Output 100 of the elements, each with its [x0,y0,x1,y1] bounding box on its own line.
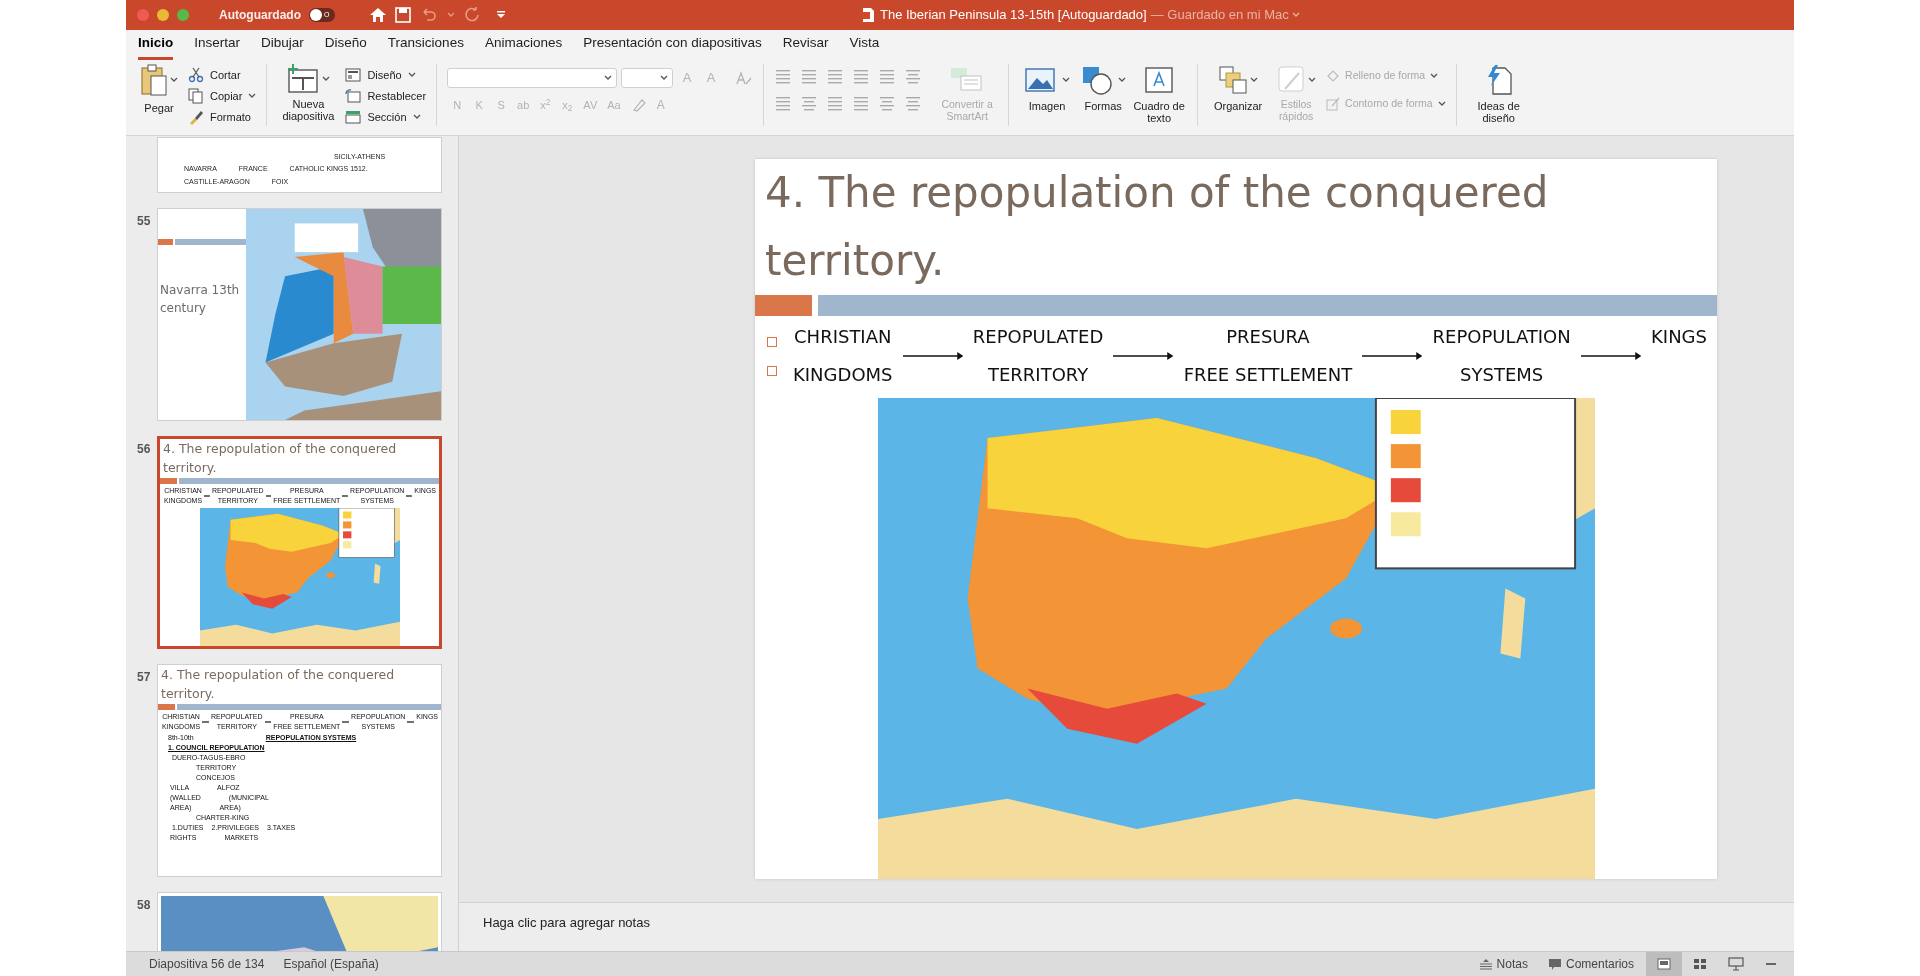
increase-indent-icon [852,68,871,86]
section-icon [345,110,362,124]
flow-label: REPOPULATED [972,325,1104,349]
slide-count: Diapositiva 56 de 134 [149,956,265,973]
caret-icon [1250,77,1259,83]
caret-icon [1061,77,1070,83]
align-text-icon [904,95,923,113]
slide-thumbnail[interactable]: Navarra 13th century [157,208,442,421]
copy-button[interactable]: Copiar [188,87,257,105]
cut-button[interactable]: Cortar [188,66,257,84]
new-slide-icon [286,64,321,94]
save-icon [395,7,411,23]
numbering-icon [800,68,819,86]
layout-button[interactable]: Diseño [345,66,427,84]
clear-format-icon [735,70,754,86]
ribbon-tab[interactable]: Dibujar [261,32,304,60]
ribbon-tab[interactable]: Revisar [782,32,829,60]
caret-icon [660,75,669,81]
window-title: The Iberian Peninsula 13-15th [Autoguardado] [880,6,1147,25]
close-button[interactable] [137,9,149,21]
ribbon-tab[interactable]: Transiciones [387,32,464,60]
format-button[interactable]: Formato [188,108,257,126]
bullet-icon [767,336,777,347]
slide-title: 4. The repopulation of the conquered territory. [764,167,1550,287]
comments-button[interactable]: Comentarios [1547,955,1634,973]
notes-button[interactable]: Notas [1478,955,1528,973]
slide-number: 57 [137,670,151,684]
slide-sorter-icon [1693,958,1707,970]
notes-field[interactable]: Haga clic para agregar notas [459,902,1794,951]
justify-icon [852,95,871,113]
comment-icon [1547,957,1562,971]
slide-number: 58 [137,898,151,912]
language-label[interactable]: Español (España) [283,955,379,973]
section-button[interactable]: Sección [345,108,427,126]
new-slide-button[interactable]: Nueva diapositiva [277,64,340,122]
ribbon-tab[interactable]: Diseño [324,32,367,60]
align-left-icon [774,95,793,113]
arrow-icon [204,494,210,498]
scissors-icon [188,67,204,83]
redo-icon [463,6,481,24]
arrow-icon [202,720,209,724]
caret-icon [1437,101,1446,107]
more-icon [495,10,507,20]
font-size-field[interactable] [621,68,674,88]
arrow-icon [1113,351,1174,361]
layout-icon [345,68,362,82]
flow-label: REPOPULATION [1432,325,1571,349]
arrange-icon [1218,65,1249,95]
caret-icon [322,76,331,82]
ribbon-tab[interactable]: Animaciones [484,32,563,60]
arrow-icon [407,720,415,724]
flow-label: TERRITORY [987,363,1089,387]
accent-bar [160,478,177,484]
slide-number: 56 [137,442,151,456]
ribbon-tab[interactable]: Presentación con diapositivas [583,32,762,60]
text-direction-icon [878,95,897,113]
align-center-icon [800,95,819,113]
caret-icon [1430,73,1439,79]
flow-label: KINGDOMS [793,363,893,387]
slide-title: 4. The repopulation of the conquered territory. [162,440,398,477]
shapes-button[interactable]: Formas [1077,64,1130,112]
highlighter-icon [630,98,647,112]
home-icon [369,7,387,23]
reset-slide-icon [345,89,362,103]
accent-bar [158,239,173,245]
ribbon-tab[interactable]: Insertar [194,32,241,60]
pencil-icon [1326,97,1341,111]
picture-button[interactable]: Imagen [1021,64,1074,112]
font-name-field[interactable] [447,68,618,88]
arrow-icon [902,351,963,361]
caret-icon [1117,77,1126,83]
caret-icon [407,72,416,78]
caret-icon [248,93,257,99]
caret-icon [412,114,421,120]
zoom-out-icon [1766,962,1776,966]
caret-icon [604,75,613,81]
accent-bar [175,239,246,245]
accent-bar [755,295,812,316]
ribbon-tab[interactable]: Vista [849,32,880,60]
bullets-icon [774,68,793,86]
reset-button[interactable]: Restablecer [345,87,427,105]
minimize-button[interactable] [157,9,169,21]
paint-bucket-icon [1326,69,1341,83]
flow-label: SYSTEMS [1460,363,1544,387]
slide-number: 55 [137,214,151,228]
arrow-icon [1362,351,1423,361]
design-ideas-button[interactable]: Ideas de diseño [1466,64,1531,124]
paste-button[interactable]: Pegar [136,64,182,117]
arrange-button[interactable]: Organizar [1208,64,1269,112]
view-button[interactable] [1646,952,1682,976]
zoom-button[interactable] [177,9,189,21]
caret-icon [447,12,455,18]
flow-label: KINGS [1651,325,1707,349]
textbox-button[interactable]: Cuadro de texto [1133,64,1186,124]
notes-icon [1478,958,1493,970]
caret-icon [1291,12,1300,18]
slide-thumbnail[interactable] [157,664,442,877]
slide-title: Navarra 13th century [159,282,241,317]
arrow-icon [342,494,349,498]
text-box-icon [1144,66,1175,94]
